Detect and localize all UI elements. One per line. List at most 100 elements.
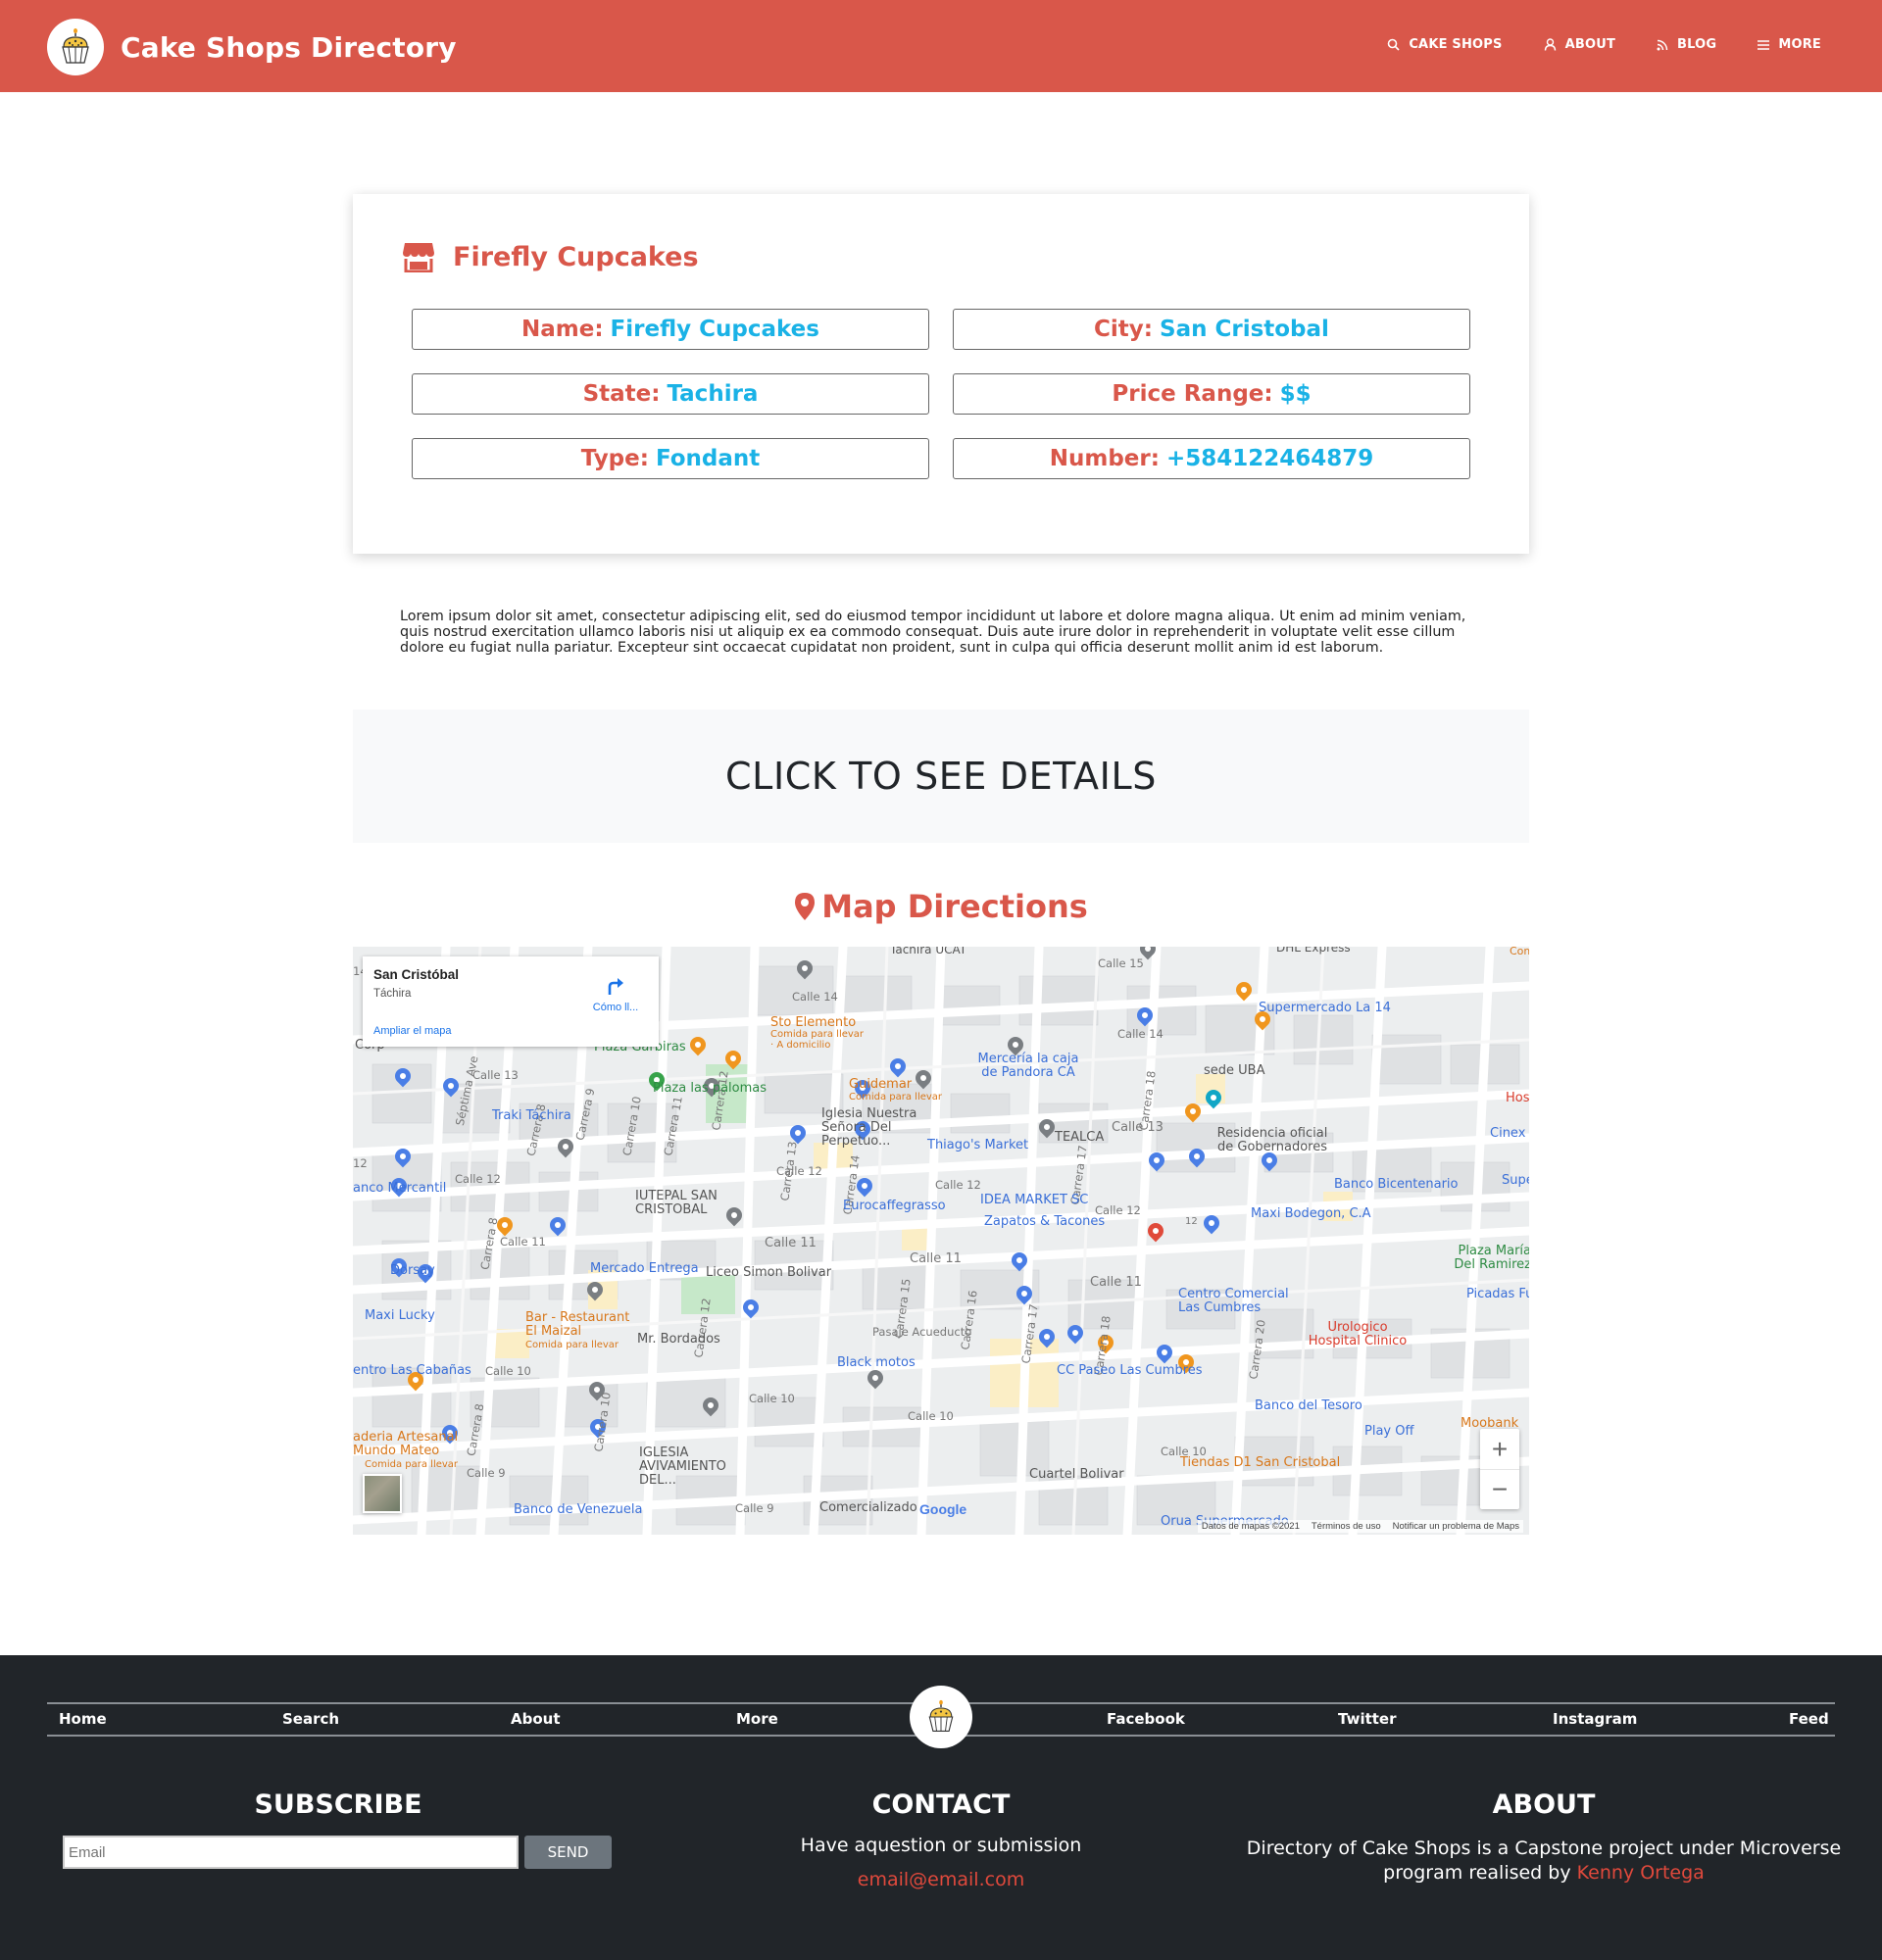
place-label: Plaza María Del Ramirez [1454, 1244, 1529, 1272]
nav-more[interactable]: MORE [1758, 37, 1821, 52]
field-city: City: San Cristobal [953, 309, 1470, 350]
map-data-credit: Datos de mapas ©2021 [1201, 1521, 1300, 1532]
satellite-toggle[interactable] [363, 1474, 402, 1513]
place-label: Zapatos & Tacones [984, 1214, 1106, 1229]
rss-icon [1657, 39, 1668, 50]
map-attribution: Datos de mapas ©2021 Términos de uso Not… [1197, 1520, 1523, 1533]
street-label: Calle 10 [485, 1364, 531, 1378]
send-button[interactable]: SEND [524, 1836, 612, 1869]
street-label: Calle 10 [749, 1392, 795, 1405]
street-label: 12 [353, 1156, 368, 1170]
place-label: Mercería la caja de Pandora CA [977, 1052, 1079, 1080]
footer-link-twitter[interactable]: Twitter [1338, 1710, 1397, 1728]
map-pin-icon [795, 893, 816, 920]
field-type-key: Type: [580, 446, 649, 471]
directions-icon [608, 978, 623, 995]
place-label: Hos [1506, 1091, 1529, 1105]
place-sublabel: Comida para llevar [525, 1340, 619, 1350]
footer-link-feed[interactable]: Feed [1789, 1710, 1829, 1728]
place-label: Supe [1502, 1173, 1529, 1188]
place-sublabel: Comida para llevar · A domicilio [770, 1029, 865, 1051]
field-price-key: Price Range: [1112, 381, 1273, 407]
street-label: Calle 12 [455, 1172, 501, 1186]
place-label: IUTEPAL SAN CRISTOBAL [635, 1189, 718, 1217]
footer-cupcake-logo-icon[interactable] [910, 1686, 972, 1748]
contact-text: Have aquestion or submission [800, 1835, 1082, 1856]
cupcake-logo-icon[interactable] [47, 19, 104, 75]
brand-title[interactable]: Cake Shops Directory [121, 31, 457, 64]
see-details-button[interactable]: CLICK TO SEE DETAILS [353, 710, 1529, 843]
place-sublabel: Comida para llevar [849, 1092, 943, 1102]
nav-more-label: MORE [1778, 37, 1821, 52]
author-link[interactable]: Kenny Ortega [1577, 1862, 1705, 1884]
place-label: Supermercado La 14 [1259, 1001, 1391, 1015]
place-card-title: San Cristóbal [373, 967, 460, 982]
place-label: Cuartel Bolivar [1029, 1467, 1124, 1482]
street-label: Calle 15 [1098, 956, 1144, 970]
report-problem-link[interactable]: Notificar un problema de Maps [1393, 1521, 1519, 1532]
street-label: Calle 13 [472, 1068, 519, 1082]
zoom-out-button[interactable]: − [1480, 1469, 1519, 1509]
street-label: Pasaje Acueducto [872, 1325, 972, 1339]
google-logo-text: Google [919, 1501, 967, 1517]
search-icon [1388, 38, 1400, 51]
place-label: Plaza las palomas [653, 1081, 768, 1096]
nav-cake-shops[interactable]: CAKE SHOPS [1387, 37, 1502, 52]
field-name-value: Firefly Cupcakes [610, 317, 819, 342]
street-label: Calle 11 [765, 1236, 817, 1250]
shop-title: Firefly Cupcakes [453, 241, 699, 272]
place-label: Traki Táchira [492, 1108, 571, 1123]
place-label: CC Paseo Las Cumbres [1057, 1363, 1203, 1378]
place-label: IGLESIA AVIVAMIENTO DEL... [639, 1446, 726, 1488]
email-input[interactable] [63, 1836, 519, 1869]
place-label: Mercado Entrega [590, 1261, 699, 1276]
place-label: IDEA MARKET SC [980, 1193, 1089, 1207]
field-city-value: San Cristobal [1160, 317, 1329, 342]
place-label: Cinex [1490, 1126, 1526, 1141]
nav-cake-shops-label: CAKE SHOPS [1409, 37, 1503, 52]
map-embed[interactable]: Calle 15 Calle 14 Calle 14 Calle 13 Call… [353, 947, 1529, 1535]
directions-button[interactable]: Cómo ll... [586, 976, 645, 1013]
footer-link-about[interactable]: About [511, 1710, 561, 1728]
contact-title: CONTACT [871, 1789, 1011, 1820]
map-heading: Map Directions [353, 888, 1529, 925]
place-label: entro Las Cabañas [353, 1363, 471, 1378]
menu-icon [1758, 39, 1770, 50]
nav-about[interactable]: ABOUT [1544, 37, 1615, 52]
place-label: Bar - Restaurant El Maizal [525, 1310, 630, 1339]
field-price-range: Price Range: $$ [953, 373, 1470, 415]
footer-link-facebook[interactable]: Facebook [1107, 1710, 1185, 1728]
terms-link[interactable]: Términos de uso [1312, 1521, 1381, 1532]
place-label: Centro Comercial Las Cumbres [1178, 1287, 1289, 1315]
footer-link-instagram[interactable]: Instagram [1553, 1710, 1637, 1728]
place-label: Tiendas D1 San Cristobal [1180, 1455, 1341, 1470]
brand[interactable]: Cake Shops Directory [47, 19, 457, 75]
shop-detail-card: Firefly Cupcakes Name: Firefly Cupcakes … [353, 194, 1529, 554]
nav-blog[interactable]: BLOG [1657, 37, 1716, 52]
field-state-value: Tachira [667, 381, 759, 407]
nav-blog-label: BLOG [1677, 37, 1717, 52]
footer-link-search[interactable]: Search [282, 1710, 339, 1728]
main-nav: CAKE SHOPS ABOUT BLOG MORE [1387, 37, 1821, 52]
street-label: Calle 14 [1117, 1027, 1164, 1041]
footer-link-more[interactable]: More [736, 1710, 778, 1728]
about-title: ABOUT [1492, 1789, 1596, 1820]
enlarge-map-link[interactable]: Ampliar el mapa [373, 1025, 451, 1037]
street-label: Calle 9 [735, 1501, 774, 1515]
place-label: Táchira UCAT [890, 947, 967, 956]
place-label: aderia Artesanal Mundo Mateo [353, 1430, 459, 1458]
street-label: Calle 11 [1090, 1275, 1142, 1290]
zoom-in-button[interactable]: + [1480, 1429, 1519, 1469]
google-logo: Google [919, 1501, 966, 1517]
street-label: Calle 11 [910, 1251, 962, 1266]
field-price-value: $$ [1279, 381, 1312, 407]
footer-link-home[interactable]: Home [59, 1710, 107, 1728]
place-label: Play Off [1364, 1424, 1414, 1439]
place-label: Comercializado [819, 1500, 917, 1515]
place-label: Thiago's Market [927, 1138, 1029, 1152]
place-label: TEALCA [1055, 1130, 1105, 1145]
user-icon [1544, 38, 1556, 51]
street-label: Calle 9 [467, 1466, 506, 1480]
place-label: Sto Elemento [770, 1015, 857, 1030]
contact-email-link[interactable]: email@email.com [647, 1869, 1235, 1890]
